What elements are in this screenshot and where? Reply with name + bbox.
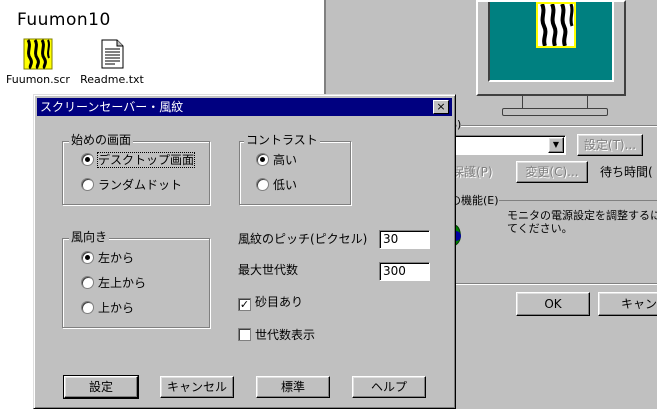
radio-button[interactable] <box>81 251 94 264</box>
password-checkbox[interactable]: 保護(P) <box>452 162 493 182</box>
radio-button[interactable] <box>81 276 94 289</box>
change-password-button[interactable]: 変更(C)... <box>516 161 588 183</box>
apply-button[interactable]: 設定 <box>63 375 139 399</box>
radio-contrast-high[interactable]: 高い <box>256 152 297 168</box>
radio-contrast-low[interactable]: 低い <box>256 177 297 193</box>
checkbox-label: 砂目あり <box>255 295 304 309</box>
radio-random-dots[interactable]: ランダムドット <box>81 177 182 193</box>
radio-label: ランダムドット <box>98 178 183 192</box>
radio-label: 左上から <box>98 276 147 290</box>
wind-direction-group-label: 風向き <box>69 230 110 244</box>
default-button[interactable]: 標準 <box>256 376 330 398</box>
start-screen-group-label: 始めの画面 <box>69 133 134 147</box>
screensaver-file-icon <box>23 38 53 70</box>
screensaver-preview <box>536 2 576 48</box>
folder-title: Fuumon10 <box>17 10 111 30</box>
file-item-fuumon-scr[interactable]: Fuumon.scr <box>2 38 74 86</box>
checkbox-label: 世代数表示 <box>255 328 316 342</box>
sand-texture-checkbox[interactable]: ✓ 砂目あり <box>238 294 304 311</box>
checkbox-unchecked-icon[interactable] <box>238 328 251 341</box>
radio-wind-left[interactable]: 左から <box>81 250 134 266</box>
checkbox-checked-icon[interactable]: ✓ <box>238 298 251 311</box>
close-icon[interactable]: × <box>433 100 449 114</box>
dialog-title: スクリーンセーバー・風紋 <box>40 100 184 114</box>
monitor-preview <box>476 0 626 96</box>
contrast-group-label: コントラスト <box>244 133 320 147</box>
radio-button[interactable] <box>256 178 269 191</box>
energy-description: モニタの電源設定を調整するにに てください。 <box>507 209 657 235</box>
screensaver-select[interactable]: ▼ <box>448 135 566 155</box>
radio-label: 低い <box>273 178 298 192</box>
file-label: Fuumon.scr <box>6 73 70 86</box>
radio-wind-top[interactable]: 上から <box>81 300 134 316</box>
wait-time-label: 待ち時間( <box>600 165 653 179</box>
energy-text-line: てください。 <box>507 222 573 235</box>
file-item-readme-txt[interactable]: Readme.txt <box>76 38 148 86</box>
radio-label: デスクトップ画面 <box>96 152 196 168</box>
radio-desktop-screen[interactable]: デスクトップ画面 <box>81 152 196 168</box>
pitch-label: 風紋のピッチ(ピクセル) <box>238 232 368 246</box>
energy-group-label: の機能(E) <box>450 192 499 208</box>
radio-button[interactable] <box>81 178 94 191</box>
cancel-button[interactable]: キャンセ <box>598 292 657 316</box>
radio-wind-upper-left[interactable]: 左上から <box>81 275 146 291</box>
radio-label: 高い <box>273 153 298 167</box>
start-screen-group <box>62 141 210 205</box>
contrast-group <box>239 141 351 205</box>
max-generation-label: 最大世代数 <box>238 263 299 277</box>
ok-button[interactable]: OK <box>516 292 590 316</box>
text-document-icon <box>101 39 124 69</box>
screensaver-settings-dialog: スクリーンセーバー・風紋 × 始めの画面 デスクトップ画面 ランダムドット コン… <box>33 94 456 409</box>
energy-text-line: モニタの電源設定を調整するにに <box>507 209 657 222</box>
max-generation-input[interactable]: 300 <box>379 262 430 281</box>
show-generation-checkbox[interactable]: 世代数表示 <box>238 327 315 343</box>
divider <box>448 283 657 284</box>
monitor-base <box>502 108 608 116</box>
radio-button[interactable] <box>256 153 269 166</box>
cancel-button[interactable]: キャンセル <box>160 376 234 398</box>
help-button[interactable]: ヘルプ <box>352 376 426 398</box>
dialog-titlebar[interactable]: スクリーンセーバー・風紋 × <box>37 98 452 116</box>
radio-button[interactable] <box>81 301 94 314</box>
ripple-pattern-icon <box>538 3 574 47</box>
monitor-screen <box>488 2 614 82</box>
radio-label: 左から <box>98 251 135 265</box>
radio-label: 上から <box>98 301 135 315</box>
file-label: Readme.txt <box>80 73 144 86</box>
chevron-down-icon[interactable]: ▼ <box>548 137 564 153</box>
radio-button[interactable] <box>81 153 94 166</box>
pitch-input[interactable]: 30 <box>379 230 430 249</box>
settings-button[interactable]: 設定(T)... <box>577 134 643 156</box>
